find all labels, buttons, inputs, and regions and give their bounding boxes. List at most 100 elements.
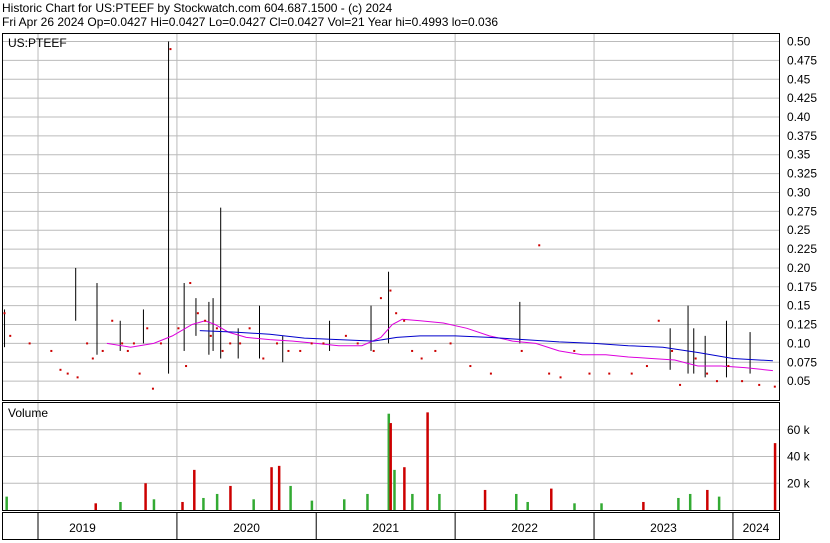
- close-price-dot: [66, 372, 69, 375]
- volume-bar: [342, 499, 346, 510]
- volume-bar: [426, 412, 429, 510]
- close-price-dot: [608, 372, 611, 375]
- close-price-dot: [694, 357, 697, 360]
- close-price-dot: [588, 372, 591, 375]
- volume-bar: [229, 485, 232, 510]
- close-price-dot: [76, 376, 79, 379]
- volume-bar: [119, 501, 122, 510]
- volume-panel-title: Volume: [8, 406, 48, 420]
- price-tick-label: 0.125: [787, 318, 817, 332]
- volume-bar: [483, 489, 487, 510]
- price-tick-label: 0.35: [787, 148, 811, 162]
- close-price-dot: [679, 383, 682, 386]
- volume-bar: [642, 501, 645, 510]
- price-tick-label: 0.175: [787, 280, 817, 294]
- close-price-dot: [248, 327, 251, 330]
- volume-tick-label: 20 k: [787, 476, 811, 490]
- volume-bar: [5, 496, 8, 510]
- close-price-dot: [3, 312, 6, 315]
- price-panel-title: US:PTEEF: [8, 36, 67, 50]
- volume-bar: [688, 493, 692, 510]
- volume-bar: [526, 501, 529, 510]
- price-tick-label: 0.475: [787, 53, 817, 67]
- year-label: 2021: [372, 521, 399, 535]
- close-price-dot: [630, 372, 633, 375]
- volume-bar: [152, 499, 156, 510]
- close-price-dot: [559, 376, 562, 379]
- close-price-dot: [132, 342, 135, 345]
- close-price-dot: [151, 387, 154, 390]
- volume-bar: [411, 493, 414, 510]
- close-price-dot: [310, 342, 313, 345]
- close-price-dot: [126, 349, 129, 352]
- close-price-dot: [276, 342, 279, 345]
- price-tick-label: 0.30: [787, 185, 811, 199]
- close-price-dot: [449, 342, 452, 345]
- price-tick-label: 0.325: [787, 167, 817, 181]
- close-price-dot: [121, 342, 124, 345]
- price-axis: 0.05 0.075 0.10 0.125 0.15 0.175 0.20 0.225 0.25…: [787, 35, 817, 389]
- volume-bar: [366, 493, 369, 510]
- close-price-dot: [196, 312, 199, 315]
- volume-bar: [573, 503, 576, 510]
- year-label: 2019: [69, 521, 96, 535]
- close-price-dot: [741, 380, 744, 383]
- volume-bar: [181, 501, 184, 510]
- volume-bar: [270, 467, 273, 510]
- close-price-dot: [573, 349, 576, 352]
- volume-bar: [403, 467, 406, 510]
- volume-bar: [515, 493, 518, 510]
- volume-bar: [202, 497, 205, 510]
- price-tick-label: 0.40: [787, 110, 811, 124]
- close-price-dot: [229, 342, 232, 345]
- price-tick-label: 0.05: [787, 374, 811, 388]
- close-price-dot: [548, 372, 551, 375]
- close-price-dot: [50, 349, 53, 352]
- close-price-dot: [169, 48, 172, 51]
- year-label: 2024: [743, 521, 770, 535]
- close-price-dot: [111, 319, 114, 322]
- price-tick-label: 0.25: [787, 223, 811, 237]
- volume-bar: [717, 496, 721, 510]
- close-price-dot: [322, 342, 325, 345]
- volume-bar: [389, 423, 392, 510]
- year-label: 2022: [511, 521, 538, 535]
- price-tick-label: 0.10: [787, 336, 811, 350]
- close-price-dot: [209, 334, 212, 337]
- volume-bar: [94, 503, 97, 510]
- price-tick-label: 0.45: [787, 72, 811, 86]
- close-price-dot: [395, 312, 398, 315]
- volume-tick-label: 60 k: [787, 423, 811, 437]
- close-price-dot: [221, 349, 224, 352]
- close-price-dot: [91, 357, 94, 360]
- volume-bar: [550, 488, 553, 510]
- close-price-dot: [671, 349, 674, 352]
- price-tick-label: 0.225: [787, 242, 817, 256]
- close-price-dot: [177, 327, 180, 330]
- volume-bar: [289, 485, 292, 510]
- close-price-dot: [138, 372, 141, 375]
- close-price-dot: [538, 244, 541, 247]
- volume-bar: [706, 489, 709, 510]
- close-price-dot: [262, 357, 265, 360]
- close-price-dot: [185, 365, 188, 368]
- stock-chart: US:PTEEF Volume 0.050.0750.100.1250.150.…: [2, 33, 817, 540]
- close-price-dot: [773, 385, 776, 388]
- close-price-dot: [189, 282, 192, 285]
- close-price-dot: [344, 334, 347, 337]
- price-tick-label: 0.075: [787, 355, 817, 369]
- volume-bar: [600, 503, 603, 510]
- price-tick-label: 0.50: [787, 35, 811, 49]
- volume-bar: [277, 465, 281, 510]
- close-price-dot: [489, 372, 492, 375]
- volume-bar: [252, 499, 255, 510]
- price-tick-label: 0.375: [787, 129, 817, 143]
- close-price-dot: [204, 319, 207, 322]
- close-price-dot: [520, 349, 523, 352]
- volume-bar: [393, 469, 396, 510]
- close-price-dot: [287, 349, 290, 352]
- close-price-dot: [299, 349, 302, 352]
- volume-tick-label: 40 k: [787, 450, 811, 464]
- close-price-dot: [411, 349, 414, 352]
- close-price-dot: [239, 342, 242, 345]
